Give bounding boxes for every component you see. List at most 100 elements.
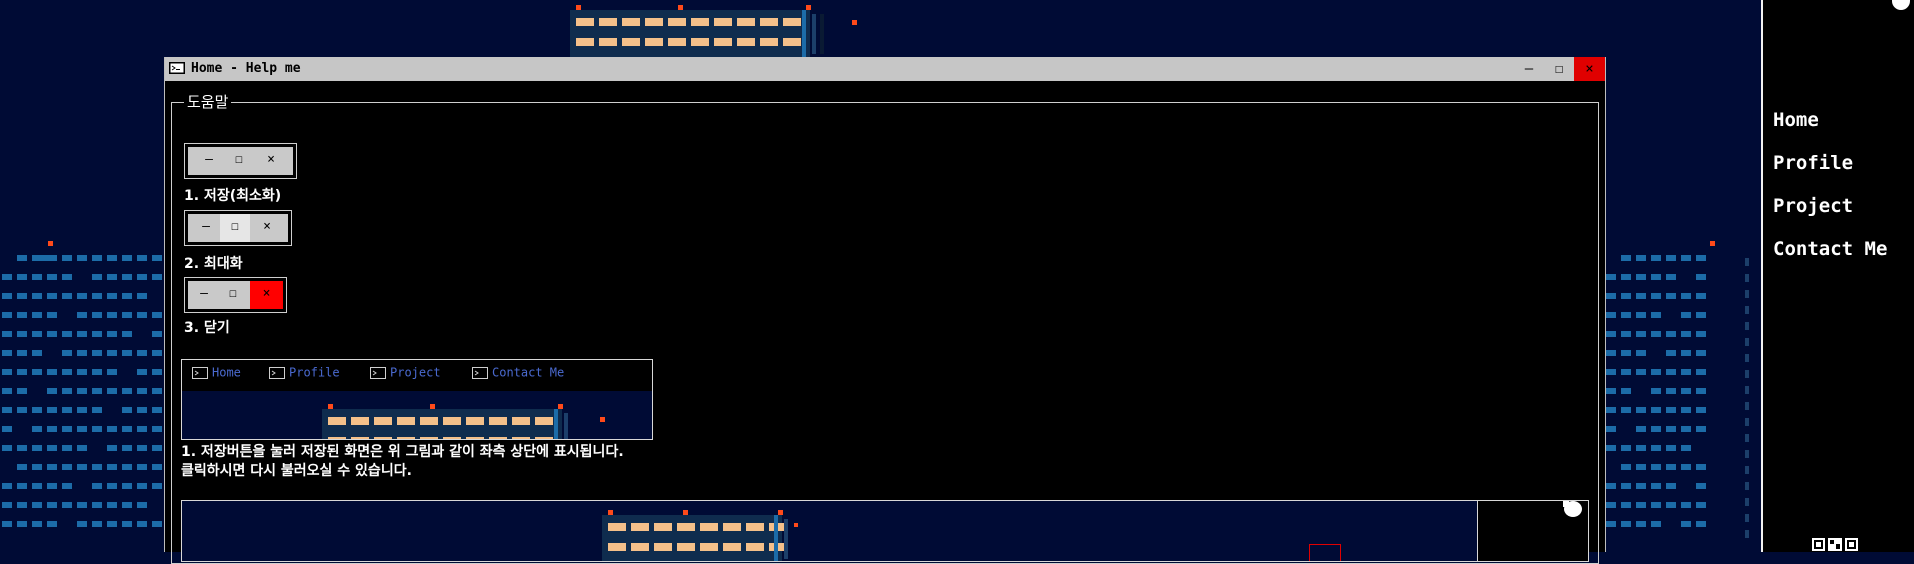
distant-window [1745,514,1749,522]
close-button[interactable]: × [1574,57,1605,81]
distant-window [32,521,42,527]
distant-window [1745,434,1749,442]
distant-window [1651,255,1661,261]
distant-window [1621,502,1631,508]
nav-item-home[interactable]: Home [1773,108,1887,151]
distant-window [77,502,87,508]
lit-window [351,437,369,439]
distant-window [2,388,12,394]
minimize-button[interactable]: – [1514,57,1544,81]
distant-window [122,426,132,432]
distant-window [92,293,102,299]
distant-window [137,502,147,508]
preview-building [322,404,605,439]
distant-window [77,521,87,527]
distant-window [92,369,102,375]
distant-window [107,369,117,375]
distant-window [32,255,42,261]
distant-window [62,502,72,508]
maximize-button[interactable]: ☐ [1544,57,1574,81]
distant-window [152,521,162,527]
distant-window [1745,370,1749,378]
distant-window [17,464,27,470]
distant-window [92,464,102,470]
nav-item-contact[interactable]: Contact Me [1773,237,1887,280]
distant-window [122,483,132,489]
antenna-pole [812,14,816,54]
sample-close-glyph: × [250,281,283,309]
distant-window [1651,274,1661,280]
lit-window [489,417,507,425]
distant-window [1606,426,1616,432]
distant-window [42,255,54,261]
distant-window [17,445,27,451]
antenna-light [683,510,688,515]
terminal-window-icon [370,366,386,379]
distant-window [1745,338,1749,346]
distant-window [122,350,132,356]
distant-window [1606,369,1616,375]
distant-window [107,274,117,280]
sample-window-controls-minimize: – ☐ × [184,143,297,179]
distant-window [1696,483,1706,489]
lit-window [599,18,617,26]
nav-item-project[interactable]: Project [1773,194,1887,237]
sample-close-glyph: × [267,152,275,167]
distant-window [17,521,27,527]
distant-window [1651,445,1661,451]
distant-window [1651,312,1661,318]
distant-window [1696,293,1706,299]
lit-window [512,437,530,439]
distant-window [2,521,12,527]
lit-window [466,417,484,425]
preview-tab-label: Home [212,365,241,380]
distant-window [32,426,42,432]
antenna-light [600,417,605,422]
distant-window [1651,293,1661,299]
distant-window [1696,464,1706,470]
distant-window [122,502,132,508]
distant-window [32,312,42,318]
distant-window [1606,331,1616,337]
distant-window [1651,388,1661,394]
distant-window [32,502,42,508]
distant-window [2,293,12,299]
distant-window [1606,293,1616,299]
distant-window [152,407,162,413]
sample-window-controls-close: – ☐ × [184,277,287,313]
window-titlebar[interactable]: Home - Help me – ☐ × [165,57,1605,81]
distant-window [1651,521,1661,527]
lit-window [645,38,663,46]
distant-window [62,445,72,451]
distant-window [1606,388,1616,394]
distant-window [1745,466,1749,474]
distant-window [1621,521,1631,527]
distant-window [1606,521,1616,527]
distant-window [1666,350,1676,356]
distant-window [1681,445,1691,451]
distant-window [122,293,132,299]
distant-window [17,350,27,356]
distant-window [47,293,57,299]
distant-window [152,350,162,356]
nav-item-profile[interactable]: Profile [1773,151,1887,194]
distant-window [62,255,72,261]
distant-window [2,407,12,413]
preview-tab-home: Home [192,365,241,383]
distant-window [32,407,42,413]
distant-window [1696,407,1706,413]
distant-window [1666,331,1676,337]
distant-window [122,331,132,337]
distant-window [107,464,117,470]
distant-window [2,445,12,451]
distant-window [1745,290,1749,298]
distant-window [47,388,57,394]
distant-window [17,502,27,508]
lit-window [374,437,392,439]
lit-window [631,523,649,531]
distant-window [92,331,102,337]
lit-window [654,543,672,551]
lit-window [535,437,553,439]
distant-window [62,388,72,394]
distant-window [47,331,57,337]
